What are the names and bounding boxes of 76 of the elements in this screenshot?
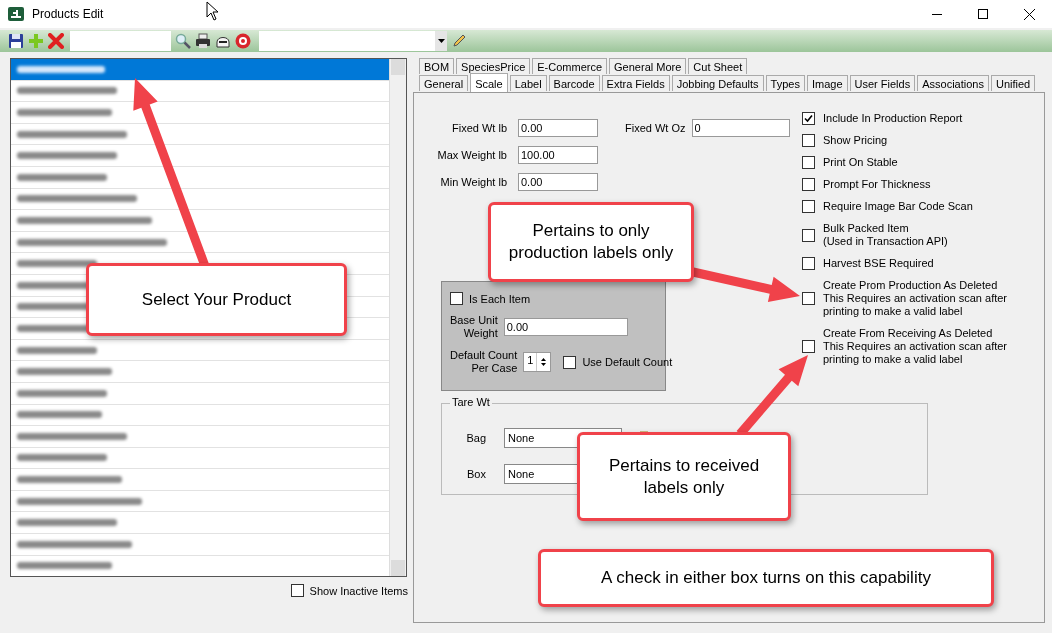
tab[interactable]: Unified [990,75,1036,91]
input-field[interactable]: 0 [691,118,790,137]
tab[interactable]: Scale [470,73,508,92]
search-field[interactable] [70,31,171,51]
printer-icon[interactable] [195,33,211,49]
checkbox-label: Use Default Count [582,356,673,368]
maximize-icon[interactable] [978,9,988,19]
checkbox-label: Show Inactive Items [309,584,408,597]
tab[interactable]: Extra Fields [601,75,670,91]
tab[interactable]: Associations [917,75,989,91]
callout-tooltip: Select Your Product [86,263,347,336]
checkbox[interactable] [802,112,815,125]
tab[interactable]: Image [806,75,848,91]
tab[interactable]: Cut Sheet [688,58,748,74]
save-icon[interactable] [8,33,24,49]
checkbox-label: Prompt For Thickness [823,178,931,191]
minimize-icon[interactable] [932,13,942,15]
tab[interactable]: Jobbing Defaults [671,75,764,91]
checkbox-label: Harvest BSE Required [823,257,934,270]
checkbox-label: Require Image Bar Code Scan [823,200,973,213]
callout-tooltip: A check in either box turns on this capability [538,549,994,607]
field-label: Bag [465,432,486,444]
close-icon[interactable] [1023,8,1035,20]
tab[interactable]: Label [509,75,547,91]
checkbox-label: Is Each Item [469,292,531,305]
checkbox[interactable] [290,584,304,597]
spin-field[interactable]: 1 [523,352,552,372]
pencil-icon[interactable] [451,33,467,49]
input-field[interactable]: 0.00 [518,172,598,191]
checkbox[interactable] [802,200,815,213]
field-label: Min Weight lb [439,175,507,188]
tab[interactable]: Types [765,75,805,91]
down-arrow-icon[interactable] [541,363,547,366]
callout-tooltip: Pertains to received labels only [577,432,791,521]
field-label: Default Count Per Case [450,349,518,375]
checkbox[interactable] [802,134,815,147]
checkbox-label: Create From Receiving As Deleted This Requires an activation scan after printing to make a valid label [823,327,1008,366]
input-field[interactable]: 100.00 [518,145,598,164]
search-icon[interactable] [175,33,191,49]
callout-tooltip: Pertains to only production labels only [488,202,694,282]
checkbox[interactable] [450,292,463,305]
tab[interactable]: User Fields [849,75,916,91]
field-label: Fixed Wt lb [451,121,507,134]
scrollbar[interactable] [389,59,406,576]
tab[interactable]: BOM [419,58,455,74]
delete-icon[interactable] [48,33,64,49]
field-label: Box [466,468,486,480]
up-arrow-icon[interactable] [541,358,547,361]
app-logo-icon [8,7,24,21]
field-label: Fixed Wt Oz [625,121,686,134]
checkbox-label: Print On Stable [823,156,898,169]
checkbox[interactable] [802,156,815,169]
input-field[interactable]: 0.00 [518,118,598,137]
field-label: Max Weight lb [436,148,507,161]
tab[interactable]: General More [609,58,687,74]
checkbox[interactable] [563,355,577,369]
checkbox-label: Show Pricing [823,134,888,147]
target-icon[interactable] [235,33,251,49]
field-label: Base Unit Weight [450,314,498,340]
checkbox[interactable] [802,292,815,305]
tab[interactable]: E-Commerce [532,58,608,74]
input-field[interactable]: 0.00 [503,318,628,336]
group-title: Tare Wt [450,396,492,408]
list-row[interactable] [11,59,389,81]
caret-icon [437,39,445,43]
window-title: Products Edit [32,7,104,21]
tab[interactable]: General [419,75,469,91]
checkbox-label: Include In Production Report [823,112,963,125]
checkbox-label: Bulk Packed Item (Used in Transaction API) [823,222,948,248]
tab[interactable]: SpeciesPrice [456,58,531,74]
checkbox[interactable] [802,340,815,353]
checkbox-label: Create Prom Production As Deleted This Requires an activation scan after printing to make a valid label [823,279,1008,318]
tab[interactable]: Barcode [548,75,600,91]
checkbox[interactable] [802,228,815,242]
checkbox[interactable] [802,178,815,191]
checkbox[interactable] [802,257,815,270]
